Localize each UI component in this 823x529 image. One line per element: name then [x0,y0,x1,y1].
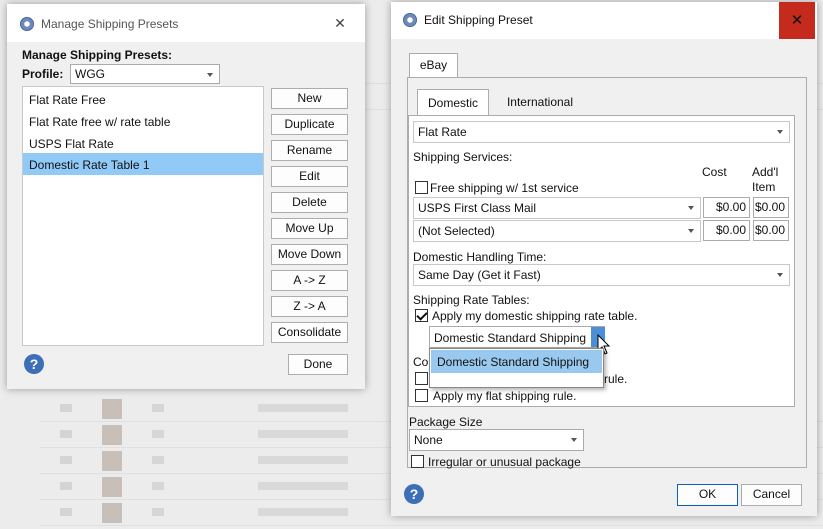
close-button[interactable]: ✕ [325,12,355,34]
close-button[interactable]: ✕ [779,2,815,39]
item-header: Item [752,180,776,194]
rate-table-dropdown: Domestic Standard Shipping [429,348,604,388]
profile-label: Profile: [22,67,64,81]
ok-button[interactable]: OK [677,484,738,506]
service-1-addl-input[interactable]: $0.00 [753,197,789,218]
shipping-type-value: Flat Rate [418,125,467,139]
handling-time-value: Same Day (Get it Fast) [418,268,541,282]
service-2-addl-input[interactable]: $0.00 [753,220,789,241]
app-icon [403,13,417,27]
rate-table-select[interactable]: Domestic Standard Shipping [429,326,605,348]
edit-button[interactable]: Edit [271,166,348,187]
apply-rate-table-label: Apply my domestic shipping rate table. [432,309,638,323]
package-size-label: Package Size [409,415,483,429]
sort-a-z-button[interactable]: A -> Z [271,270,348,291]
service-2-select[interactable]: (Not Selected) [413,220,701,242]
apply-rate-table-checkbox[interactable] [415,309,428,322]
service-1-value: USPS First Class Mail [418,201,537,215]
free-shipping-checkbox[interactable] [415,181,428,194]
dialog-title: Edit Shipping Preset [424,13,533,27]
dropdown-option[interactable]: Domestic Standard Shipping [431,350,602,373]
app-icon [20,17,34,31]
list-item[interactable]: USPS Flat Rate [23,131,263,153]
chevron-down-icon [688,229,694,233]
done-button[interactable]: Done [288,354,348,375]
help-icon[interactable]: ? [404,484,424,504]
tab-domestic[interactable]: Domestic [417,89,489,116]
package-size-select[interactable]: None [409,429,584,451]
chevron-down-icon [207,73,213,77]
list-item[interactable]: Flat Rate Free [23,87,263,109]
dialog-title: Manage Shipping Presets [41,17,179,31]
service-2-value: (Not Selected) [418,224,495,238]
consolidate-button[interactable]: Consolidate [271,322,348,343]
flat-rule-checkbox[interactable] [415,389,428,402]
package-size-value: None [414,433,443,447]
move-down-button[interactable]: Move Down [271,244,348,265]
profile-select[interactable]: WGG [70,64,220,84]
tab-ebay[interactable]: eBay [409,53,458,78]
handling-time-select[interactable]: Same Day (Get it Fast) [413,264,790,286]
title-bar: Edit Shipping Preset ✕ [391,2,817,39]
service-1-select[interactable]: USPS First Class Mail [413,197,701,219]
calculated-rule-checkbox[interactable] [415,372,428,385]
irregular-package-label: Irregular or unusual package [428,455,581,469]
tab-international[interactable]: International [495,95,585,113]
shipping-type-select[interactable]: Flat Rate [413,121,790,143]
cancel-button[interactable]: Cancel [741,484,802,506]
irregular-package-checkbox[interactable] [411,455,424,468]
sort-z-a-button[interactable]: Z -> A [271,296,348,317]
addl-header: Add'l [752,165,779,179]
chevron-down-icon [688,206,694,210]
handling-time-label: Domestic Handling Time: [413,250,547,264]
duplicate-button[interactable]: Duplicate [271,114,348,135]
presets-list[interactable]: Flat Rate Free Flat Rate free w/ rate ta… [22,86,264,346]
flat-rule-label: Apply my flat shipping rule. [433,389,577,403]
rate-tables-label: Shipping Rate Tables: [413,293,530,307]
title-bar: Manage Shipping Presets ✕ [7,4,365,42]
heading: Manage Shipping Presets: [22,48,173,62]
free-shipping-label: Free shipping w/ 1st service [430,181,579,195]
cost-header: Cost [702,165,727,179]
edit-shipping-preset-dialog: Edit Shipping Preset ✕ eBay Domestic Int… [391,2,817,516]
move-up-button[interactable]: Move Up [271,218,348,239]
delete-button[interactable]: Delete [271,192,348,213]
new-button[interactable]: New [271,88,348,109]
manage-shipping-presets-dialog: Manage Shipping Presets ✕ Manage Shippin… [7,4,365,389]
list-item-selected[interactable]: Domestic Rate Table 1 [23,153,263,175]
rate-table-value: Domestic Standard Shipping [434,331,587,345]
rename-button[interactable]: Rename [271,140,348,161]
help-icon[interactable]: ? [24,354,44,374]
chevron-down-icon [777,130,783,134]
list-item[interactable]: Flat Rate free w/ rate table [23,109,263,131]
calculated-rule-label-suffix: rule. [604,372,628,386]
chevron-down-icon [777,273,783,277]
service-1-cost-input[interactable]: $0.00 [703,197,750,218]
service-2-cost-input[interactable]: $0.00 [703,220,750,241]
shipping-services-label: Shipping Services: [413,150,513,164]
partial-label: Co [413,355,429,369]
profile-value: WGG [75,67,105,81]
chevron-down-icon [571,438,577,442]
